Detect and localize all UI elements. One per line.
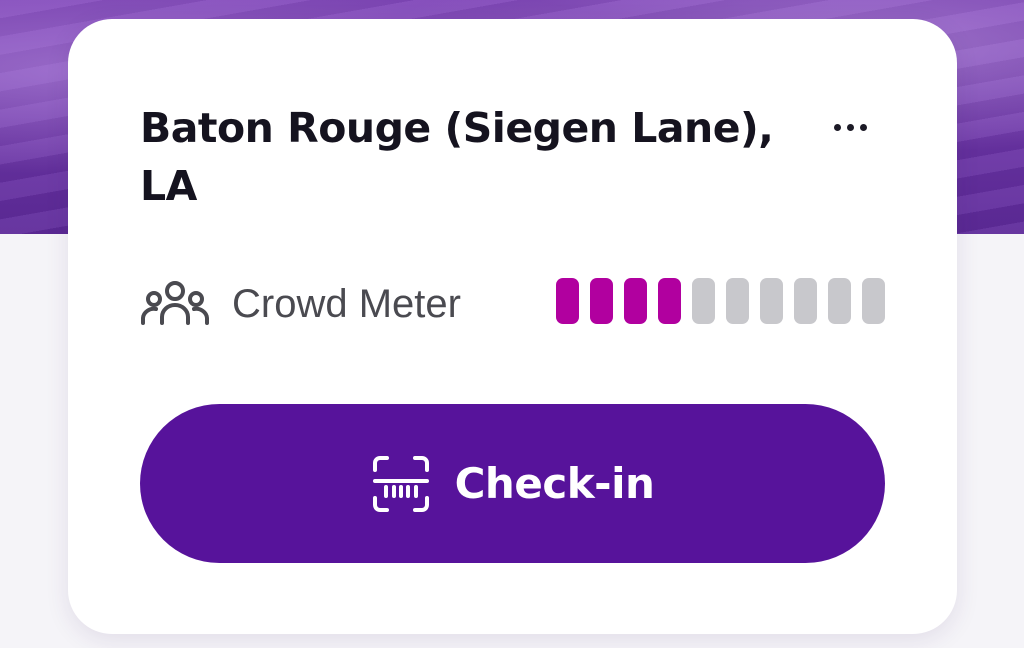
check-in-button[interactable]: Check-in [140,404,885,563]
crowd-meter-segment [794,278,817,324]
crowd-meter-segment [658,278,681,324]
check-in-label: Check-in [454,459,655,508]
crowd-meter-segment [760,278,783,324]
crowd-level-meter [556,278,885,326]
crowd-meter-segment [726,278,749,324]
crowd-meter-segment [590,278,613,324]
more-horizontal-icon [831,123,870,131]
crowd-meter-segment [624,278,647,324]
crowd-meter-segment [556,278,579,324]
crowd-meter-label: Crowd Meter [232,282,461,326]
location-card: Baton Rouge (Siegen Lane), LA Crowd Mete… [68,19,957,634]
crowd-meter: Crowd Meter [140,274,888,334]
crowd-meter-segment [862,278,885,324]
more-options-button[interactable] [820,107,880,147]
crowd-meter-segment [692,278,715,324]
crowd-meter-segment [828,278,851,324]
location-title: Baton Rouge (Siegen Lane), LA [140,104,774,210]
barcode-scan-icon [372,455,429,512]
people-group-icon [141,281,209,325]
